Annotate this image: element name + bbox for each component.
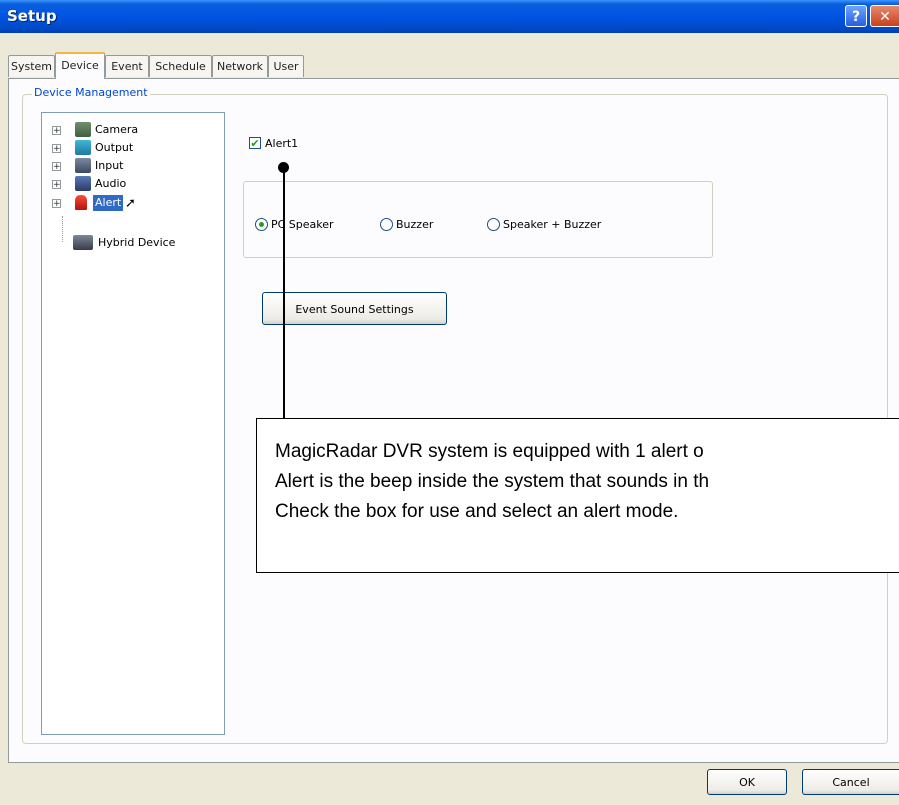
- expand-icon[interactable]: +: [52, 180, 61, 190]
- expand-icon[interactable]: +: [52, 144, 61, 154]
- radio-button[interactable]: [380, 218, 393, 231]
- tree-item-hybrid-device[interactable]: Hybrid Device: [42, 235, 222, 251]
- tree-item-alert[interactable]: + Alert ➚: [42, 195, 222, 211]
- expand-icon[interactable]: +: [52, 162, 61, 172]
- radio-label: Speaker + Buzzer: [503, 218, 602, 231]
- tree-connector: [62, 216, 64, 242]
- tree-item-camera[interactable]: + Camera: [42, 122, 222, 138]
- radio-label: PC Speaker: [271, 218, 334, 231]
- expand-icon[interactable]: +: [52, 199, 61, 209]
- output-icon: [75, 140, 91, 155]
- alert-icon: [75, 195, 87, 210]
- tab-system[interactable]: System: [8, 55, 55, 77]
- alert1-checkbox[interactable]: ✔: [249, 137, 261, 149]
- tree-item-audio[interactable]: + Audio: [42, 176, 222, 192]
- tab-user[interactable]: User: [268, 55, 304, 77]
- tab-schedule[interactable]: Schedule: [149, 55, 212, 77]
- tree-item-output[interactable]: + Output: [42, 140, 222, 156]
- radio-label: Buzzer: [396, 218, 434, 231]
- device-tree[interactable]: + Camera + Output + Input + Audio + Aler…: [41, 112, 225, 735]
- cancel-button[interactable]: Cancel: [802, 769, 899, 795]
- tab-device[interactable]: Device: [55, 52, 105, 79]
- callout-line-1: MagicRadar DVR system is equipped with 1…: [275, 441, 704, 462]
- alert1-label: Alert1: [265, 137, 299, 150]
- callout-line-3: Check the box for use and select an aler…: [275, 501, 679, 522]
- hybrid-device-icon: [73, 235, 93, 250]
- tab-network[interactable]: Network: [212, 55, 268, 77]
- tree-item-label: Alert: [93, 195, 124, 211]
- setup-window: Setup ? ✕ System Device Event Schedule N…: [0, 0, 899, 805]
- title-bar[interactable]: Setup ? ✕: [0, 0, 899, 33]
- tree-item-label: Input: [95, 159, 124, 172]
- radio-button[interactable]: [255, 218, 268, 231]
- mouse-cursor-icon: ➚: [125, 196, 136, 211]
- tree-item-input[interactable]: + Input: [42, 158, 222, 174]
- expand-icon[interactable]: +: [52, 126, 61, 136]
- tree-item-label: Hybrid Device: [98, 236, 176, 249]
- callout-box: MagicRadar DVR system is equipped with 1…: [256, 418, 899, 573]
- callout-line-2: Alert is the beep inside the system that…: [275, 471, 710, 492]
- close-button[interactable]: ✕: [870, 5, 899, 27]
- event-sound-settings-button[interactable]: Event Sound Settings: [262, 292, 447, 325]
- tree-item-label: Camera: [95, 123, 139, 136]
- camera-icon: [75, 122, 91, 137]
- audio-icon: [75, 176, 91, 191]
- input-icon: [75, 158, 91, 173]
- group-title: Device Management: [32, 86, 150, 99]
- tree-item-label: Audio: [95, 177, 127, 190]
- help-button[interactable]: ?: [845, 5, 867, 27]
- tab-event[interactable]: Event: [105, 55, 149, 77]
- tree-item-label: Output: [95, 141, 134, 154]
- window-title: Setup: [7, 7, 57, 25]
- radio-button[interactable]: [487, 218, 500, 231]
- callout-pointer-line: [283, 168, 285, 418]
- ok-button[interactable]: OK: [707, 769, 787, 795]
